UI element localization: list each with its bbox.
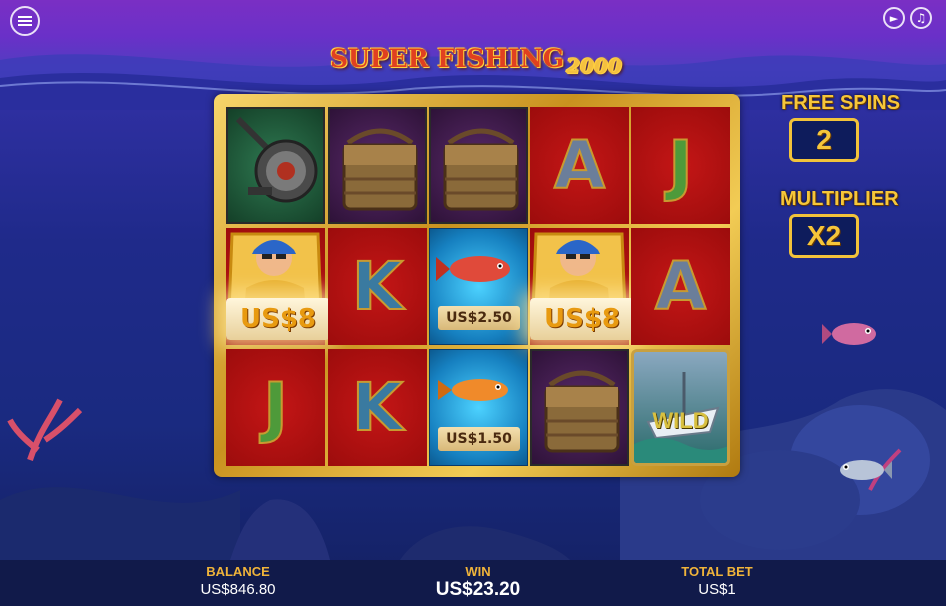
wild-label: WILD <box>652 408 709 433</box>
balance-value: US$846.80 <box>200 581 276 598</box>
symbol-letter-j: J <box>631 107 730 224</box>
symbol-letter-k: K <box>328 349 427 466</box>
tackle-basket-icon <box>443 128 519 211</box>
letter-a-text: A <box>553 126 606 205</box>
symbol-fisherman: US$8 <box>530 228 634 345</box>
orange-fish-icon <box>438 379 508 401</box>
music-note-icon[interactable]: ♫ <box>910 7 932 29</box>
symbol-tackle-basket <box>530 349 629 466</box>
tackle-basket-icon <box>342 128 418 211</box>
top-bar: ► ♫ <box>0 0 946 36</box>
symbol-letter-k: K <box>328 228 427 345</box>
letter-j-text: J <box>262 368 289 447</box>
game-logo: SUPER FISHING 2000 <box>330 44 630 84</box>
fish-prize-label: US$2.50 <box>438 306 520 330</box>
letter-k-text: K <box>351 247 404 326</box>
letter-a-text: A <box>654 247 707 326</box>
balance-label: BALANCE <box>206 564 270 579</box>
logo-main-text: SUPER FISHING <box>330 44 565 73</box>
symbol-letter-a: A <box>530 107 629 224</box>
logo-year-text: 2000 <box>566 54 622 78</box>
background-fish-icon <box>822 323 876 345</box>
multiplier-value: X2 <box>789 214 859 258</box>
sound-icon[interactable]: ► <box>883 7 905 29</box>
total-bet-label: TOTAL BET <box>681 564 753 579</box>
symbol-tackle-basket <box>328 107 427 224</box>
menu-icon[interactable] <box>10 6 40 36</box>
win-display: WIN US$23.20 <box>388 560 568 601</box>
background-fish-icon <box>840 460 892 480</box>
symbol-wild: WILD <box>631 349 730 466</box>
red-fish-icon <box>436 256 510 282</box>
fisherman-prize-label: US$8 <box>226 298 330 340</box>
multiplier-label: MULTIPLIER <box>780 188 899 210</box>
fishing-reel-icon <box>235 116 318 203</box>
balance-display: BALANCE US$846.80 <box>148 560 328 598</box>
symbol-fish-orange: US$1.50 <box>429 349 528 466</box>
win-value: US$23.20 <box>435 579 521 600</box>
symbol-fish-red: US$2.50 <box>429 228 528 345</box>
tackle-basket-icon <box>544 370 620 453</box>
win-label: WIN <box>465 564 491 579</box>
fish-prize-label: US$1.50 <box>438 427 520 451</box>
letter-k-text: K <box>351 368 404 447</box>
symbol-fishing-reel <box>226 107 325 224</box>
bottom-bar: BALANCE US$846.80 WIN US$23.20 TOTAL BET… <box>0 560 946 606</box>
symbol-letter-j: J <box>226 349 325 466</box>
letter-j-text: J <box>667 126 694 205</box>
reel-grid: US$8 J K K US$2.50 US$1.50 A US$8 J A WI… <box>226 107 731 467</box>
symbol-tackle-basket <box>429 107 528 224</box>
symbol-letter-a: A <box>631 228 730 345</box>
free-spins-label: FREE SPINS <box>781 92 900 114</box>
coral-icon <box>7 398 83 461</box>
symbol-fisherman: US$8 <box>226 228 330 345</box>
total-bet-display: TOTAL BET US$1 <box>627 560 807 598</box>
free-spins-counter: 2 <box>789 118 859 162</box>
total-bet-value: US$1 <box>698 581 736 598</box>
fisherman-prize-label: US$8 <box>530 298 634 340</box>
